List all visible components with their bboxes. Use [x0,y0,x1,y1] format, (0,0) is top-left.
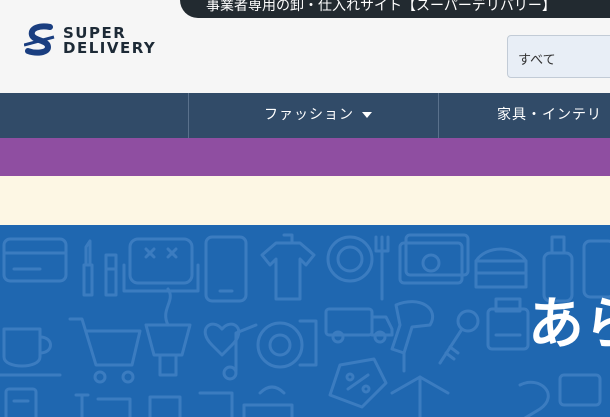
logo-text-delivery: DELIVERY [63,39,157,57]
nav-item-fashion[interactable]: ファッション [264,93,372,138]
cream-banner [0,176,610,225]
caret-down-icon [362,112,372,118]
logo-mark-icon [23,23,55,56]
nav-divider [188,93,189,138]
site-header: 事業者専用の卸・仕入れサイト【スーパーデリバリー】 SUPER DELIVERY… [0,0,610,93]
super-delivery-logo[interactable]: SUPER DELIVERY [23,23,174,59]
search-category-select[interactable]: すべて [507,35,610,78]
product-pattern-icon [0,233,610,417]
purple-banner [0,138,610,176]
nav-item-label: 家具・インテリ [497,107,602,123]
hero-banner: あら [0,225,610,417]
hero-heading: あら [528,292,610,357]
nav-item-furniture-interior[interactable]: 家具・インテリ [497,93,602,138]
nav-item-label: ファッション [264,107,354,123]
site-tagline: 事業者専用の卸・仕入れサイト【スーパーデリバリー】 [180,0,610,18]
nav-divider [438,93,439,138]
category-nav: ファッション 家具・インテリ [0,93,610,138]
